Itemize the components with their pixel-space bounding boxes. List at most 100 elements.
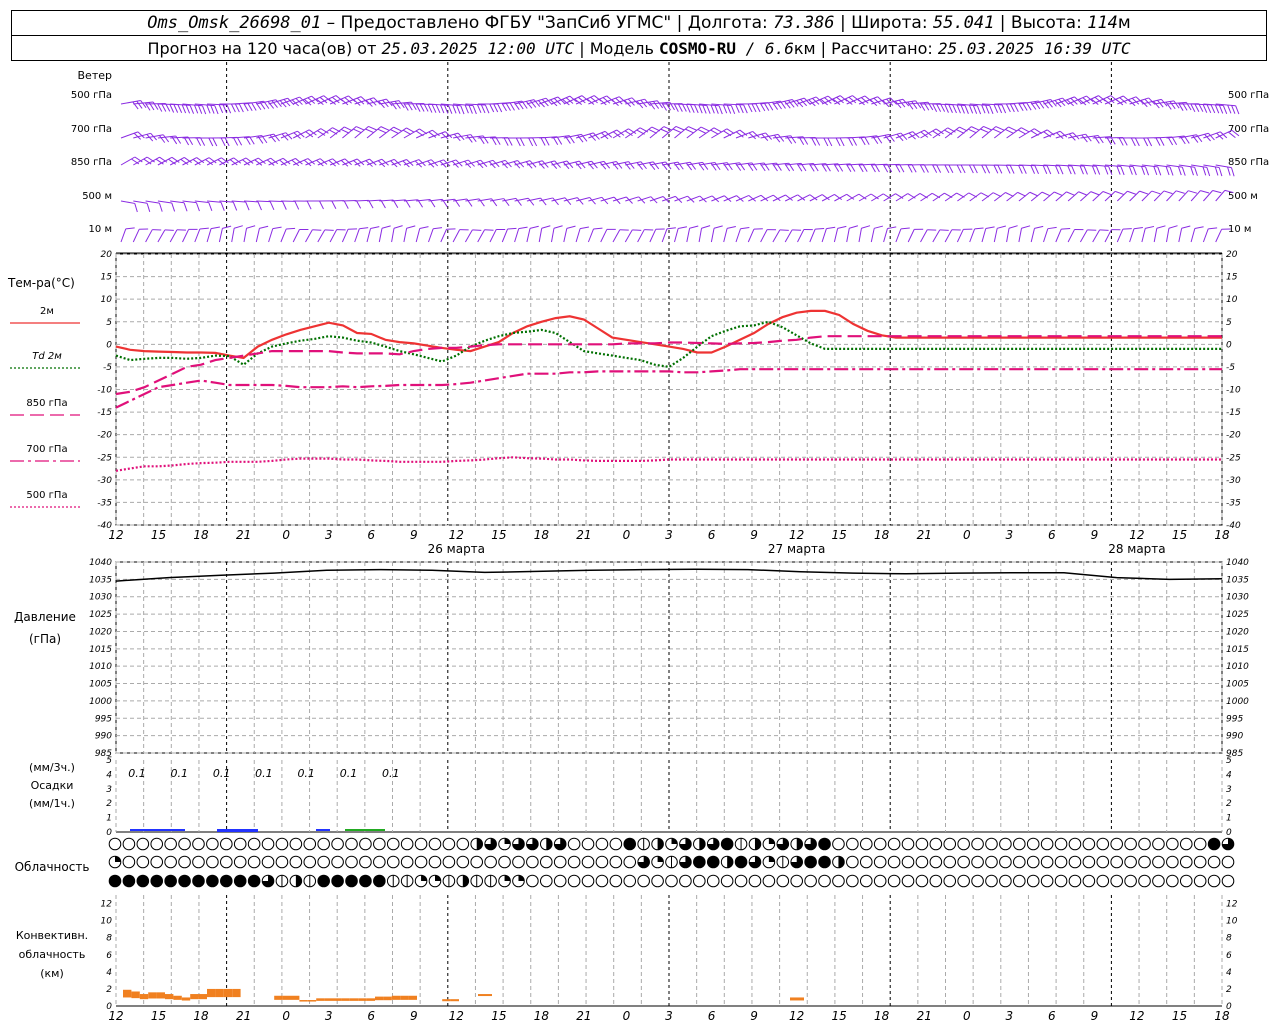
wind-barb-flag (370, 226, 380, 229)
wind-barb-flag (974, 227, 984, 230)
cloud-symbol (1026, 874, 1040, 888)
wind-barb-flag (779, 229, 789, 231)
precip-bar (316, 829, 330, 831)
pressure-tick-right: 990 (1226, 732, 1243, 742)
cloud-circle (400, 855, 414, 869)
wind-barb-flag (956, 104, 961, 114)
wind-barb-flag (294, 201, 300, 210)
wind-barb-flag (951, 229, 961, 231)
wind-barb-flag (678, 226, 688, 229)
cloud-circle (442, 837, 456, 851)
wind-barb-flag (201, 105, 207, 115)
wind-barb-10m (206, 226, 220, 243)
bottom-time-tick-label: 9 (1091, 1009, 1099, 1023)
wind-barb-staff (1006, 228, 1010, 243)
wind-barb-700hpa (748, 132, 773, 141)
wind-barb-flag (1227, 166, 1231, 176)
precip-tick-left: 0 (106, 828, 112, 838)
wind-barb-10m (501, 227, 517, 243)
wind-barb-flag (1156, 225, 1166, 229)
wind-barb-flag (1143, 137, 1149, 147)
wind-barb-flag (1194, 226, 1204, 229)
wind-barb-500hpa (772, 99, 799, 109)
wind-barb-staff (710, 228, 715, 243)
wind-barb-flag (259, 225, 269, 229)
cloud-symbol (762, 855, 776, 869)
precip-tick-right: 3 (1226, 785, 1232, 795)
wind-barb-10m (624, 229, 642, 243)
wind-barb-staff (1055, 228, 1062, 243)
cloud-symbol (1110, 837, 1123, 851)
wind-barb-10m (132, 228, 149, 243)
wind-barb-flag (518, 226, 528, 230)
temp-legend-label: Td 2м (32, 351, 62, 362)
wind-barb-flag (972, 105, 978, 114)
cloud-symbol (150, 855, 164, 869)
wind-barb-flag (993, 165, 999, 174)
wind-barb-flag (948, 164, 954, 173)
wind-barb-flag (1059, 165, 1064, 175)
cloud-circle (623, 855, 637, 869)
wind-barb-500hpa (489, 102, 515, 112)
wind-barb-10m (1092, 229, 1109, 243)
wind-barb-500m (625, 196, 646, 204)
cloud-fill (707, 856, 720, 868)
wind-barb-700hpa (1104, 136, 1128, 146)
wind-barb-staff (132, 229, 140, 243)
conv-tick-left: 6 (106, 951, 112, 961)
conv-bar (198, 994, 207, 1000)
wind-barb-flag (864, 136, 870, 145)
cloud-circle (1082, 855, 1096, 869)
conv-bar (139, 994, 149, 1000)
cloud-symbol (178, 837, 191, 851)
cloud-symbol (345, 874, 358, 888)
wind-barb-flag (899, 164, 905, 173)
wind-barb-10m (182, 228, 198, 243)
cloud-symbol (748, 855, 762, 869)
wind-barb-700hpa (907, 129, 932, 139)
wind-barb-500hpa (305, 95, 331, 105)
cloud-circle (887, 855, 901, 869)
cloud-circle (470, 855, 484, 869)
cloud-symbol (484, 855, 497, 869)
wind-title: Ветер (78, 69, 112, 82)
precip-tick-left: 2 (106, 799, 112, 809)
wind-barb-staff (883, 228, 888, 243)
wind-barb-flag (718, 105, 723, 115)
conv-bar (291, 995, 300, 1000)
wind-barb-staff (354, 126, 369, 139)
cloud-symbol (651, 874, 664, 888)
cloud-fill (295, 875, 302, 887)
wind-barb-flag (1071, 165, 1076, 175)
wind-barb-700hpa (1067, 133, 1092, 143)
wind-barb-flag (208, 137, 214, 147)
wind-barb-10m (1178, 225, 1191, 243)
wind-barb-flag (1168, 225, 1178, 229)
cloud-symbol (720, 874, 734, 888)
wind-barb-10m (1067, 229, 1084, 243)
wind-barb-700hpa (1080, 135, 1104, 144)
wind-barb-flag (1175, 190, 1185, 194)
wind-barb-staff (969, 228, 976, 243)
temp-tick-left: -5 (103, 363, 112, 373)
wind-barb-staff (1153, 228, 1158, 243)
wind-barb-10m (710, 225, 723, 243)
cloud-circle (1179, 837, 1193, 851)
wind-barb-flag (1111, 229, 1121, 231)
wind-barb-flag (355, 200, 362, 209)
wind-barb-staff (1030, 129, 1048, 139)
wind-barb-flag (1186, 102, 1192, 111)
wind-barb-flag (197, 105, 203, 114)
conv-bar (148, 992, 157, 999)
cloud-symbol (206, 855, 219, 869)
wind-barb-flag (1122, 137, 1128, 146)
cloud-circle (289, 837, 303, 851)
wind-barb-flag (713, 225, 723, 229)
cloud-circle (1221, 855, 1235, 869)
cloud-circle (1026, 874, 1040, 888)
wind-barb-700hpa (502, 137, 525, 147)
wind-barb-500m (993, 192, 1014, 202)
cloud-symbol (790, 855, 804, 869)
wind-barb-flag (226, 104, 232, 114)
wind-barb-staff (981, 228, 987, 243)
